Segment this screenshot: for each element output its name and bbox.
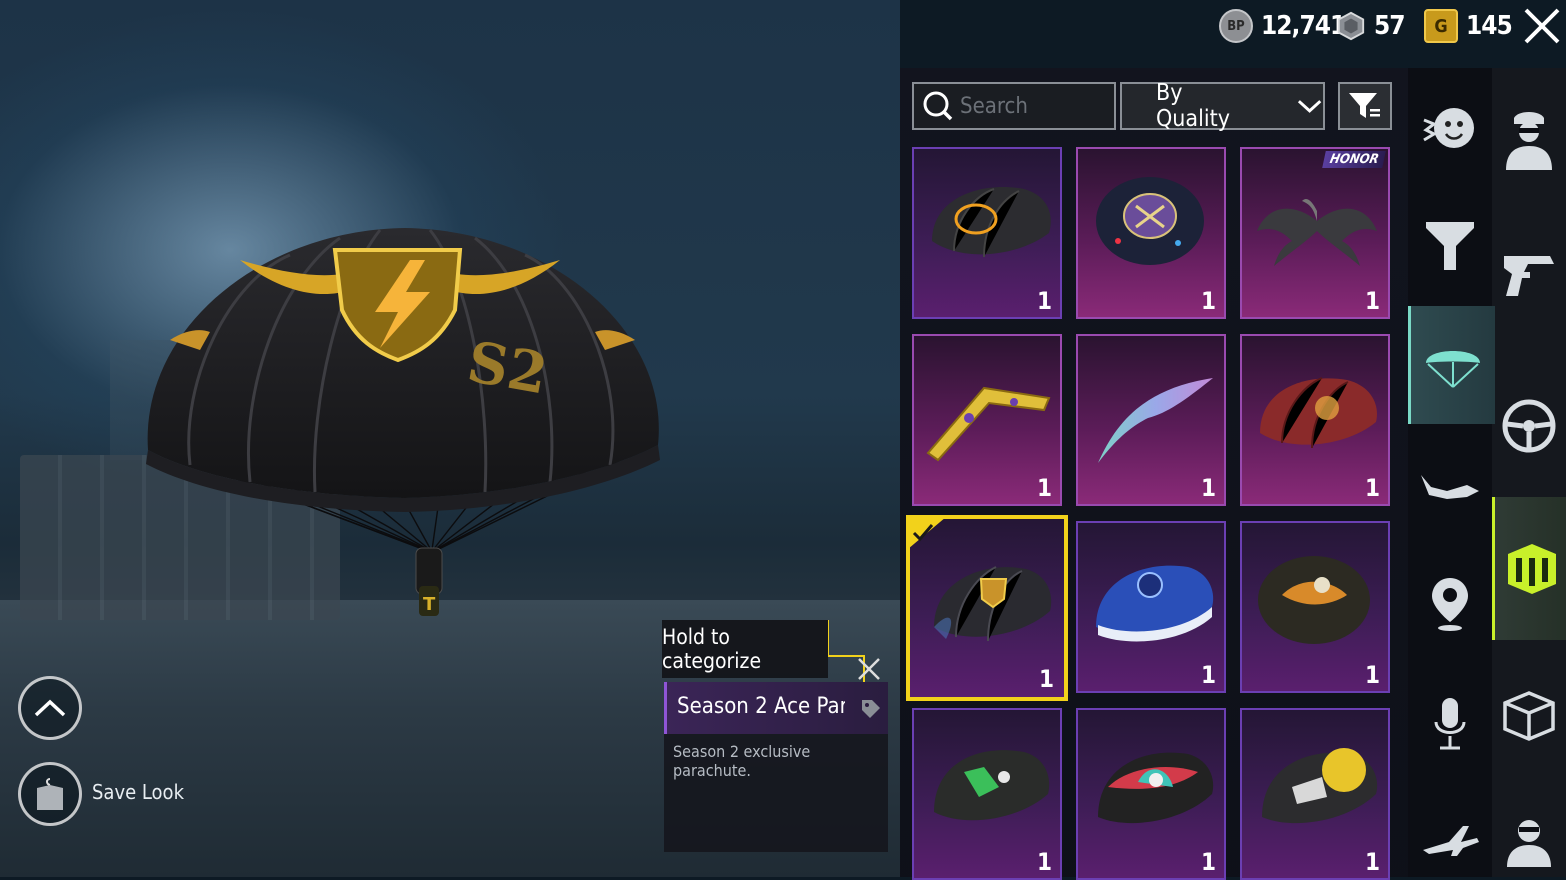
item-tile[interactable]: HONOR 1: [1240, 147, 1390, 319]
close-icon[interactable]: [1522, 6, 1562, 46]
checkmark-icon: [908, 517, 946, 549]
tab-location[interactable]: [1408, 570, 1492, 640]
item-quantity: 1: [1200, 848, 1216, 876]
diving-pose-icon: [1421, 475, 1479, 499]
g-coin-icon: G: [1424, 9, 1458, 43]
save-look-label[interactable]: Save Look: [92, 780, 184, 804]
tab-slingshot[interactable]: [1408, 205, 1492, 283]
tab-plane[interactable]: [1408, 810, 1492, 870]
tab-voice[interactable]: [1408, 690, 1492, 760]
silver-fragment-icon: [1336, 11, 1366, 41]
chevron-up-icon: [34, 699, 66, 717]
chevron-down-icon: [1297, 100, 1322, 113]
item-quantity: 1: [1364, 474, 1380, 502]
hold-to-categorize-hint: Hold to categorize: [662, 620, 828, 678]
item-tile[interactable]: 1: [912, 147, 1062, 319]
bp-amount: 12,741: [1261, 11, 1346, 41]
item-detail-card: Season 2 Ace Parach Season 2 exclusive p…: [664, 682, 888, 852]
tab-parachute[interactable]: [1408, 306, 1495, 424]
tab-outfit[interactable]: [1492, 90, 1566, 190]
tab-vehicle[interactable]: [1492, 372, 1566, 480]
tab-emote[interactable]: [1408, 90, 1492, 168]
parachute-icon: [934, 566, 1052, 642]
parachute-icon: [932, 186, 1051, 258]
silver-amount: 57: [1374, 11, 1406, 41]
emote-face-icon: [1423, 108, 1474, 148]
microphone-icon: [1434, 698, 1466, 750]
item-quantity: 1: [1036, 474, 1052, 502]
svg-text:S2: S2: [463, 329, 553, 408]
parachute-icon: [1262, 748, 1378, 824]
item-quantity: 1: [1200, 287, 1216, 315]
shield-crate-icon: [1508, 543, 1556, 594]
item-quantity: 1: [1364, 661, 1380, 689]
item-quantity: 1: [1036, 287, 1052, 315]
item-quantity: 1: [1036, 848, 1052, 876]
parachute-icon: [1260, 377, 1377, 449]
g-coin-amount: 145: [1466, 11, 1513, 41]
character-outfit-icon: [1506, 112, 1552, 170]
item-tile[interactable]: 1: [1240, 521, 1390, 693]
honor-badge: HONOR: [1321, 151, 1386, 168]
wings-icon: [1257, 199, 1377, 266]
item-description: Season 2 exclusive parachute.: [673, 742, 811, 780]
parachute-icon: [1426, 351, 1480, 388]
tab-pose[interactable]: [1408, 450, 1492, 520]
parachute-icon: [1098, 752, 1214, 824]
parachute-icon: [1096, 177, 1204, 265]
parachute-icon: [1258, 556, 1370, 644]
steering-wheel-icon: [1502, 399, 1556, 453]
glider-icon: [1098, 378, 1213, 463]
sort-label: By Quality: [1156, 80, 1230, 132]
item-quantity: 1: [1038, 665, 1054, 693]
box-icon: [1503, 691, 1555, 741]
save-look-button[interactable]: [18, 762, 82, 826]
tab-companion[interactable]: [1492, 800, 1566, 877]
item-tile[interactable]: 1: [1076, 147, 1226, 319]
item-name-bar: Season 2 Ace Parach: [664, 682, 888, 734]
character-icon: [1507, 819, 1551, 867]
parachute-icon: [934, 750, 1050, 821]
item-tile[interactable]: 1: [1076, 708, 1226, 880]
item-tile[interactable]: 1: [1240, 334, 1390, 506]
search-input[interactable]: [958, 92, 1102, 120]
airplane-icon: [1423, 826, 1479, 856]
hanger-shirt-icon: [37, 778, 63, 810]
item-tile[interactable]: 1: [1076, 334, 1226, 506]
search-icon: [923, 91, 953, 121]
item-tile-selected[interactable]: 1: [906, 515, 1068, 701]
slingshot-icon: [1426, 222, 1474, 270]
glider-icon: [926, 386, 1051, 462]
item-tile[interactable]: 1: [912, 708, 1062, 880]
svg-text:T: T: [423, 594, 436, 615]
item-quantity: 1: [1364, 287, 1380, 315]
location-pin-icon: [1432, 578, 1468, 631]
item-name: Season 2 Ace Parach: [677, 694, 845, 719]
tab-weapon[interactable]: [1492, 230, 1566, 320]
parachute-preview[interactable]: S2 T: [140, 220, 670, 630]
close-icon[interactable]: [856, 656, 882, 682]
item-quantity: 1: [1200, 474, 1216, 502]
expand-up-button[interactable]: [18, 676, 82, 740]
search-field[interactable]: [912, 82, 1116, 130]
silver-currency: 57: [1336, 8, 1406, 44]
sort-dropdown[interactable]: By Quality: [1120, 80, 1325, 132]
tab-backpack-skin[interactable]: [1492, 497, 1566, 640]
item-quantity: 1: [1200, 661, 1216, 689]
bp-coin-icon: BP: [1219, 9, 1253, 43]
item-tile[interactable]: 1: [912, 334, 1062, 506]
tag-icon[interactable]: [860, 698, 882, 720]
pistol-icon: [1504, 256, 1554, 296]
item-tile[interactable]: 1: [1240, 708, 1390, 880]
bp-currency: BP 12,741: [1219, 8, 1346, 44]
tab-crate[interactable]: [1492, 670, 1566, 760]
parachute-icon: [1096, 565, 1214, 642]
filter-icon: [1349, 93, 1380, 118]
g-coin-currency: G 145: [1424, 8, 1513, 44]
item-tile[interactable]: 1: [1076, 521, 1226, 693]
filter-button[interactable]: [1338, 82, 1392, 130]
item-quantity: 1: [1364, 848, 1380, 876]
